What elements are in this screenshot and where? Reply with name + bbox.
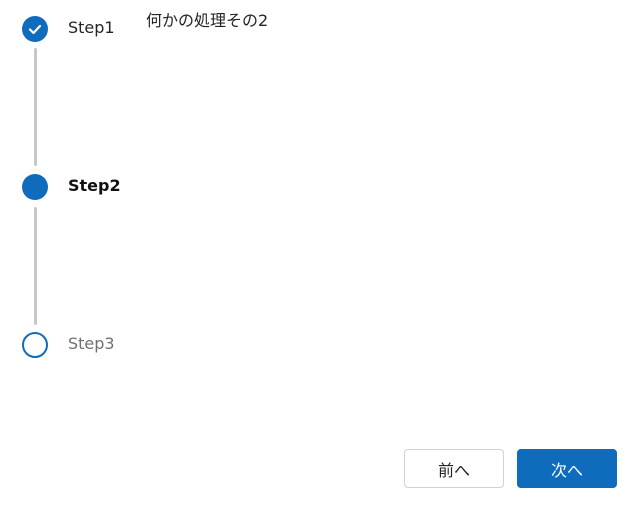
check-icon [28, 24, 42, 35]
step-content-text: 何かの処理その2 [146, 11, 269, 30]
previous-button[interactable]: 前へ [404, 449, 504, 488]
step1-label[interactable]: Step1 [68, 18, 115, 38]
step3-label: Step3 [68, 334, 115, 353]
step1-completed-indicator[interactable] [22, 16, 48, 42]
wizard-page: Step1 Step2 Step3 何かの処理その2 前へ 次へ [0, 0, 638, 506]
next-button[interactable]: 次へ [517, 449, 617, 488]
step-connector [34, 207, 37, 325]
step2-current-indicator [22, 174, 48, 200]
step2-label: Step2 [68, 176, 121, 195]
step-connector [34, 48, 37, 166]
step3-upcoming-indicator [22, 332, 48, 358]
